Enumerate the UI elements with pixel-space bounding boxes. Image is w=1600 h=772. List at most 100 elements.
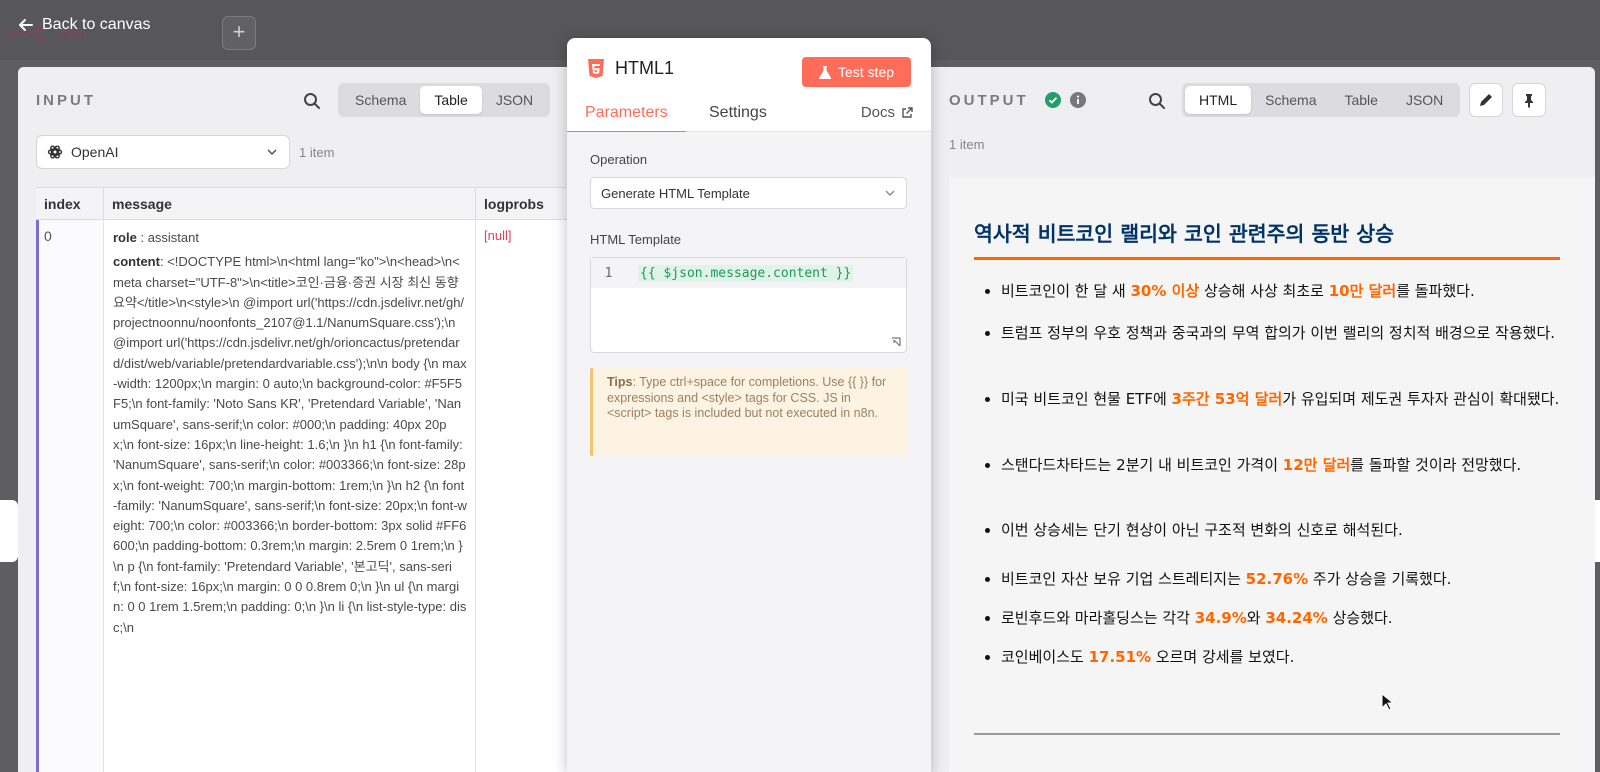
input-tab-schema[interactable]: Schema bbox=[341, 86, 420, 114]
back-to-canvas-button[interactable]: Back to canvas bbox=[18, 16, 151, 34]
tab-settings[interactable]: Settings bbox=[709, 104, 767, 132]
bullet-text: 가 유입되며 제도권 투자자 관심이 확대됐다. bbox=[1282, 390, 1560, 408]
input-source-select[interactable]: OpenAI bbox=[36, 135, 290, 169]
bullet-text: 트럼프 정부의 우호 정책과 중국과의 무역 합의가 이번 랠리의 정치적 배경… bbox=[1001, 324, 1556, 342]
input-view-switch: Schema Table JSON bbox=[338, 83, 551, 117]
output-view-switch: HTML Schema Table JSON bbox=[1182, 83, 1461, 117]
info-icon[interactable] bbox=[1070, 92, 1086, 108]
bullet-text: 미국 비트코인 현물 ETF에 bbox=[1001, 390, 1172, 408]
highlight-text: 10만 달러 bbox=[1328, 282, 1397, 300]
col-index: index bbox=[36, 188, 104, 219]
back-to-canvas-label: Back to canvas bbox=[42, 16, 151, 33]
plus-icon: + bbox=[232, 19, 246, 44]
html5-icon bbox=[588, 58, 604, 78]
highlight-text: 34.9% bbox=[1194, 609, 1247, 627]
openai-icon bbox=[47, 145, 63, 159]
operation-label: Operation bbox=[590, 152, 648, 167]
node-tabs: Parameters Settings Docs bbox=[567, 96, 931, 133]
line-number: 1 bbox=[604, 265, 613, 281]
bullet-text: 상승했다. bbox=[1327, 609, 1393, 627]
operation-value: Generate HTML Template bbox=[601, 185, 750, 201]
highlight-text: 3주간 53억 달러 bbox=[1171, 390, 1283, 408]
bullet-text: 비트코인이 한 달 새 bbox=[1001, 282, 1131, 300]
bullet-text: 이번 상승세는 단기 현상이 아닌 구조적 변화의 신호로 해석된다. bbox=[1001, 521, 1403, 539]
bullet-text: 오르며 강세를 보였다. bbox=[1151, 648, 1295, 666]
preview-bullet: 로빈후드와 마라홀딩스는 각각 34.9%와 34.24% 상승했다. bbox=[1001, 602, 1561, 634]
docs-link[interactable]: Docs bbox=[861, 104, 913, 121]
output-item-count: 1 item bbox=[949, 137, 985, 152]
bullet-text: 비트코인 자산 보유 기업 스트레티지는 bbox=[1001, 570, 1246, 588]
parameters-area: Operation Generate HTML Template HTML Te… bbox=[567, 132, 931, 772]
bullet-text: 코인베이스도 bbox=[1001, 648, 1089, 666]
preview-bullet: 비트코인이 한 달 새 30% 이상 상승해 사상 최초로 10만 달러를 돌파… bbox=[1001, 275, 1561, 307]
preview-divider bbox=[974, 733, 1560, 735]
content-value: : <!DOCTYPE html>\n<html lang="ko">\n<he… bbox=[113, 254, 467, 635]
bullet-text: 상승해 사상 최초로 bbox=[1199, 282, 1329, 300]
output-tab-html[interactable]: HTML bbox=[1185, 86, 1252, 114]
html-template-label: HTML Template bbox=[590, 232, 682, 247]
search-icon[interactable] bbox=[303, 92, 321, 110]
table-row[interactable]: 0 role : assistant content: <!DOCTYPE ht… bbox=[36, 220, 578, 772]
bullet-text: 와 bbox=[1246, 609, 1266, 627]
input-table: index message logprobs 0 role : assistan… bbox=[36, 187, 578, 772]
output-tab-table[interactable]: Table bbox=[1330, 86, 1391, 114]
preview-bullet: 미국 비트코인 현물 ETF에 3주간 53억 달러가 유입되며 제도권 투자자… bbox=[1001, 383, 1561, 415]
bullet-text: 스탠다드차타드는 2분기 내 비트코인 가격이 bbox=[1001, 456, 1283, 474]
highlight-text: 12만 달러 bbox=[1282, 456, 1351, 474]
html-template-editor[interactable]: 1 {{ $json.message.content }} bbox=[590, 257, 907, 353]
resize-icon[interactable] bbox=[890, 336, 902, 348]
chevron-down-icon bbox=[267, 149, 277, 156]
tips-text: : Type ctrl+space for completions. Use {… bbox=[607, 375, 887, 420]
left-edge-tab bbox=[0, 500, 18, 562]
node-title-text[interactable]: HTML1 bbox=[615, 58, 674, 79]
highlight-text: 34.24% bbox=[1265, 609, 1328, 627]
cell-index: 0 bbox=[36, 220, 104, 772]
highlight-text: 52.76% bbox=[1245, 570, 1309, 588]
tab-parameters[interactable]: Parameters bbox=[567, 104, 686, 133]
output-search-icon[interactable] bbox=[1148, 92, 1166, 110]
add-node-button[interactable]: + bbox=[222, 16, 256, 50]
preview-bullet: 트럼프 정부의 우호 정책과 중국과의 무역 합의가 이번 랠리의 정치적 배경… bbox=[1001, 317, 1561, 349]
col-logprobs: logprobs bbox=[484, 195, 544, 212]
pin-output-button[interactable] bbox=[1512, 83, 1546, 117]
input-item-count: 1 item bbox=[299, 145, 335, 160]
test-step-button[interactable]: Test step bbox=[802, 57, 911, 87]
operation-select[interactable]: Generate HTML Template bbox=[590, 177, 907, 209]
arrow-left-icon bbox=[19, 19, 33, 31]
html-preview: 역사적 비트코인 랠리와 코인 관련주의 동반 상승 비트코인이 한 달 새 3… bbox=[949, 177, 1595, 772]
external-link-icon bbox=[902, 106, 913, 118]
role-key: role bbox=[113, 230, 137, 245]
cell-message: role : assistant content: <!DOCTYPE html… bbox=[104, 220, 476, 772]
edit-output-button[interactable] bbox=[1469, 83, 1503, 117]
preview-bullet: 코인베이스도 17.51% 오르며 강세를 보였다. bbox=[1001, 641, 1561, 673]
docs-label: Docs bbox=[860, 104, 895, 121]
bullet-text: 를 돌파할 것이라 전망했다. bbox=[1350, 456, 1522, 474]
input-tab-table[interactable]: Table bbox=[420, 86, 482, 114]
preview-bullet: 이번 상승세는 단기 현상이 아닌 구조적 변화의 신호로 해석된다. bbox=[1001, 514, 1561, 546]
col-message: message bbox=[104, 188, 476, 219]
check-circle-icon bbox=[1045, 92, 1061, 108]
chevron-down-icon bbox=[885, 190, 895, 196]
preview-bullet: 스탠다드차타드는 2분기 내 비트코인 가격이 12만 달러를 돌파할 것이라 … bbox=[1001, 449, 1561, 481]
bullet-text: 를 돌파했다. bbox=[1396, 282, 1475, 300]
cell-logprobs: [null] bbox=[484, 228, 512, 243]
output-tab-schema[interactable]: Schema bbox=[1251, 86, 1330, 114]
highlight-text: 17.51% bbox=[1088, 648, 1152, 666]
html-node-panel: HTML1 Test step Parameters Settings Docs… bbox=[567, 38, 931, 772]
preview-bullet: 비트코인 자산 보유 기업 스트레티지는 52.76% 주가 상승을 기록했다. bbox=[1001, 563, 1561, 595]
bullet-text: 주가 상승을 기록했다. bbox=[1308, 570, 1452, 588]
bullet-text: 로빈후드와 마라홀딩스는 각각 bbox=[1001, 609, 1195, 627]
input-source-label: OpenAI bbox=[71, 144, 119, 160]
input-panel: INPUT Schema Table JSON OpenAI 1 item in… bbox=[18, 67, 578, 772]
content-key: content bbox=[113, 254, 160, 270]
output-title: OUTPUT bbox=[949, 92, 1029, 109]
table-header: index message logprobs bbox=[36, 188, 578, 220]
highlight-text: 30% 이상 bbox=[1130, 282, 1200, 300]
input-tab-json[interactable]: JSON bbox=[482, 86, 547, 114]
pin-icon bbox=[1525, 94, 1533, 108]
output-tab-json[interactable]: JSON bbox=[1392, 86, 1457, 114]
pencil-icon bbox=[1480, 94, 1492, 106]
preview-heading: 역사적 비트코인 랠리와 코인 관련주의 동반 상승 bbox=[974, 217, 1560, 260]
node-header: HTML1 bbox=[587, 58, 674, 79]
template-expression: {{ $json.message.content }} bbox=[638, 264, 854, 282]
